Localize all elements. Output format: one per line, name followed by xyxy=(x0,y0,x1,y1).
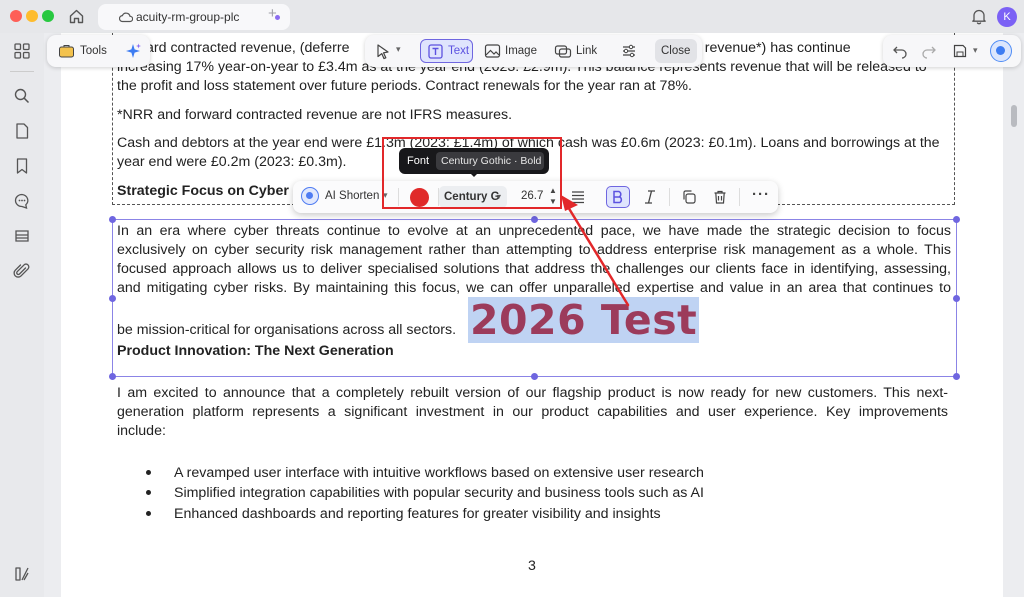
ai-logo-icon xyxy=(301,187,319,205)
section-heading[interactable]: Strategic Focus on Cyber Se xyxy=(117,182,310,202)
edit-mode-group: ▾ Text Image Link Close xyxy=(365,35,702,67)
paragraph-line[interactable]: generation platform represents a signifi… xyxy=(117,403,948,423)
resize-handle[interactable] xyxy=(109,373,116,380)
document-tab[interactable]: acuity-rm-group-plc xyxy=(98,4,290,30)
annotation-arrow xyxy=(561,195,630,307)
resize-handle[interactable] xyxy=(531,373,538,380)
tools-group: Tools xyxy=(47,35,150,67)
list-item[interactable]: Enhanced dashboards and reporting featur… xyxy=(174,505,661,525)
delete-icon[interactable] xyxy=(712,189,728,205)
link-button[interactable]: Link xyxy=(576,45,597,57)
save-icon[interactable] xyxy=(952,43,968,59)
bullet-marker xyxy=(146,470,151,475)
cloud-icon xyxy=(119,12,133,23)
resize-handle[interactable] xyxy=(109,295,116,302)
toolbox-icon[interactable] xyxy=(58,43,75,59)
redo-icon[interactable] xyxy=(921,43,937,59)
resize-handle[interactable] xyxy=(953,373,960,380)
settings-sliders-icon[interactable] xyxy=(621,43,637,59)
ai-assistant-icon[interactable] xyxy=(990,40,1012,62)
bookmark-icon[interactable] xyxy=(13,157,31,175)
list-item[interactable]: Simplified integration capabilities with… xyxy=(174,484,704,504)
copy-icon[interactable] xyxy=(681,189,697,205)
maximize-window-button[interactable] xyxy=(42,10,54,22)
text-mode-button[interactable]: Text xyxy=(420,39,473,63)
tab-title: acuity-rm-group-plc xyxy=(136,10,240,24)
section-heading[interactable]: Product Innovation: The Next Generation xyxy=(117,342,394,362)
paragraph-line[interactable]: the profit and loss statement over futur… xyxy=(117,77,692,97)
paragraph-line[interactable]: be mission-critical for organisations ac… xyxy=(117,321,456,341)
vertical-scrollbar[interactable] xyxy=(1011,105,1017,127)
paragraph-line[interactable]: exclusively on cyber security risk manag… xyxy=(117,241,951,261)
user-avatar[interactable]: K xyxy=(997,7,1017,27)
thumbnails-icon[interactable] xyxy=(13,42,31,60)
link-icon[interactable] xyxy=(554,43,572,59)
left-sidebar xyxy=(0,33,44,597)
pointer-icon[interactable] xyxy=(375,43,391,60)
bell-icon[interactable] xyxy=(971,8,987,25)
search-icon[interactable] xyxy=(13,87,31,105)
title-bar: acuity-rm-group-plc + K xyxy=(0,0,1024,33)
sidebar-divider xyxy=(10,71,34,72)
resize-handle[interactable] xyxy=(953,216,960,223)
image-icon[interactable] xyxy=(484,43,501,59)
page-number: 3 xyxy=(528,558,536,574)
paragraph-line[interactable]: I am excited to announce that a complete… xyxy=(117,384,948,404)
text-tool-icon xyxy=(428,44,443,59)
divider xyxy=(739,188,740,206)
new-tab-button[interactable]: + xyxy=(268,5,277,22)
close-window-button[interactable] xyxy=(10,10,22,22)
annotation-highlight-box xyxy=(382,137,562,209)
close-edit-label: Close xyxy=(661,45,691,57)
page-icon[interactable] xyxy=(13,122,31,140)
history-group: ▾ xyxy=(883,35,1021,67)
panel-toggle-icon[interactable] xyxy=(13,565,31,583)
home-icon[interactable] xyxy=(68,8,85,25)
paragraph-line[interactable]: In an era where cyber threats continue t… xyxy=(117,222,951,242)
paragraph-line[interactable]: include: xyxy=(117,422,166,442)
bullet-marker xyxy=(146,511,151,516)
text-mode-label: Text xyxy=(448,45,470,57)
resize-handle[interactable] xyxy=(953,295,960,302)
paragraph-line[interactable]: year end were £0.2m (2023: £0.3m). xyxy=(117,153,347,173)
ai-sparkle-icon[interactable] xyxy=(124,42,142,60)
image-button[interactable]: Image xyxy=(505,45,537,57)
chevron-down-icon[interactable]: ▾ xyxy=(396,44,401,55)
paragraph-line[interactable]: *NRR and forward contracted revenue are … xyxy=(117,106,512,126)
paragraph-line[interactable]: ard contracted revenue, (deferre xyxy=(146,39,349,59)
divider xyxy=(669,188,670,206)
attachment-icon[interactable] xyxy=(13,262,31,280)
paragraph-line[interactable]: focused approach allows us to deliver sp… xyxy=(117,260,951,280)
ai-shorten-button[interactable]: AI Shorten xyxy=(325,190,379,202)
more-options-icon[interactable]: ··· xyxy=(752,186,770,203)
list-item[interactable]: A revamped user interface with intuitive… xyxy=(174,464,704,484)
tools-button[interactable]: Tools xyxy=(80,45,107,57)
resize-handle[interactable] xyxy=(109,216,116,223)
italic-icon[interactable] xyxy=(643,189,657,205)
bullet-marker xyxy=(146,490,151,495)
close-edit-button[interactable]: Close xyxy=(655,39,697,63)
minimize-window-button[interactable] xyxy=(26,10,38,22)
undo-icon[interactable] xyxy=(892,43,908,59)
chevron-down-icon[interactable]: ▾ xyxy=(973,45,978,56)
comment-icon[interactable] xyxy=(13,192,31,210)
stack-icon[interactable] xyxy=(13,227,31,245)
